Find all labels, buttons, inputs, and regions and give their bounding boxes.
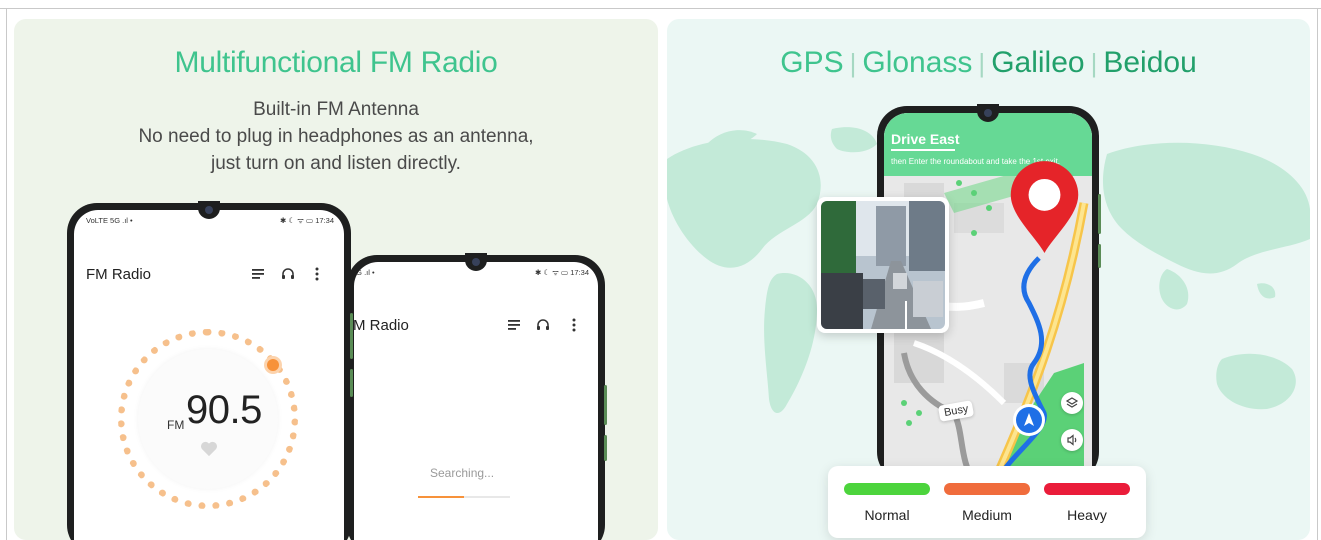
navigation-title-underline xyxy=(891,149,955,151)
phone-back: 5G .ıl • ✱ ☾ ᯤ ▭ 17:34 M Radio Searching… xyxy=(347,253,607,540)
gnss-glonass: Glonass xyxy=(862,46,973,79)
layers-button[interactable] xyxy=(1061,392,1083,414)
traffic-legend: Normal Medium Heavy xyxy=(828,466,1146,538)
legend-bar-normal xyxy=(844,483,930,495)
title-separator: | xyxy=(849,48,857,78)
volume-icon xyxy=(1067,434,1077,446)
searching-text: Searching... xyxy=(430,466,495,480)
phone-side-button xyxy=(604,385,607,425)
search-progress-fill xyxy=(418,496,464,498)
list-icon[interactable] xyxy=(506,317,522,333)
frame-border-right xyxy=(1317,8,1318,540)
title-separator: | xyxy=(1090,48,1098,78)
phone-side-button xyxy=(1098,194,1101,234)
legend-label-medium: Medium xyxy=(962,507,1012,523)
gnss-galileo: Galileo xyxy=(991,46,1085,79)
fm-subtitle-line-2: No need to plug in headphones as an ante… xyxy=(138,126,534,147)
frequency-value: 90.5 xyxy=(186,388,262,432)
status-bar-right: ✱ ☾ ᯤ ▭ 17:34 xyxy=(534,268,589,277)
phone-side-button xyxy=(604,435,607,461)
volume-button[interactable] xyxy=(1061,429,1083,451)
headphones-icon[interactable] xyxy=(280,266,296,282)
location-pin-icon xyxy=(1010,161,1079,253)
phone-side-button xyxy=(350,369,353,397)
fm-heading: Multifunctional FM Radio xyxy=(174,46,498,79)
heart-icon[interactable] xyxy=(200,441,218,457)
fm-subtitle-line-1: Built-in FM Antenna xyxy=(253,99,419,120)
headphones-icon[interactable] xyxy=(535,317,551,333)
frame-border-top xyxy=(0,8,1321,9)
legend-bar-heavy xyxy=(1044,483,1130,495)
list-icon[interactable] xyxy=(250,266,266,282)
phone-side-button xyxy=(350,313,353,359)
legend-label-heavy: Heavy xyxy=(1067,507,1107,523)
frame-border-left xyxy=(6,8,7,540)
street-photo xyxy=(821,201,945,329)
app-title: M Radio xyxy=(354,317,409,334)
phone-front: VoLTE 5G .ıl • ✱ ☾ ᯤ ▭ 17:34 FM Radio FM… xyxy=(67,201,353,540)
legend-label-normal: Normal xyxy=(864,507,910,523)
status-bar-right: ✱ ☾ ᯤ ▭ 17:34 xyxy=(279,216,334,225)
legend-bar-medium xyxy=(944,483,1030,495)
layers-icon xyxy=(1065,397,1079,408)
frequency-unit: FM xyxy=(167,418,185,432)
street-photo-card xyxy=(817,197,949,333)
status-bar-left: 5G .ıl • xyxy=(354,268,375,277)
fm-subtitle-line-3: just turn on and listen directly. xyxy=(211,153,461,174)
phone-front-screen: VoLTE 5G .ıl • ✱ ☾ ᯤ ▭ 17:34 FM Radio FM… xyxy=(74,210,344,540)
gnss-beidou: Beidou xyxy=(1103,46,1197,79)
fm-radio-panel: Multifunctional FM Radio Built-in FM Ant… xyxy=(14,19,658,540)
navigation-arrow-icon[interactable] xyxy=(1012,403,1046,437)
gnss-gps: GPS xyxy=(780,46,844,79)
gnss-title: GPS | Glonass | Galileo | Beidou xyxy=(667,46,1310,80)
status-bar-left: VoLTE 5G .ıl • xyxy=(86,216,133,225)
title-separator: | xyxy=(978,48,986,78)
app-title: FM Radio xyxy=(86,266,152,283)
tuning-dial-knob[interactable] xyxy=(267,359,279,371)
phone-back-screen: 5G .ıl • ✱ ☾ ᯤ ▭ 17:34 M Radio Searching… xyxy=(354,262,598,540)
navigation-title: Drive East xyxy=(891,131,960,147)
more-vertical-icon[interactable] xyxy=(309,266,325,282)
gps-panel: GPS | Glonass | Galileo | Beidou Drive E… xyxy=(667,19,1310,540)
more-vertical-icon[interactable] xyxy=(566,317,582,333)
phone-side-button xyxy=(1098,244,1101,268)
